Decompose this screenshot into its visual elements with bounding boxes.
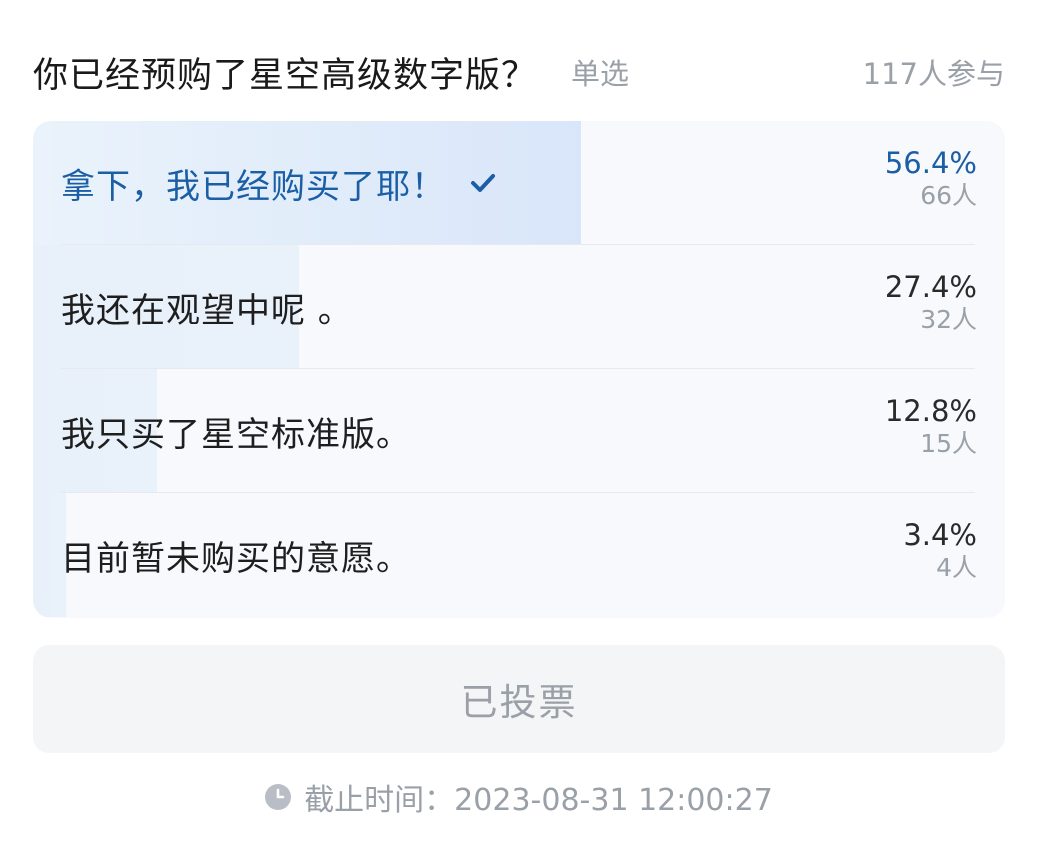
option-label: 拿下，我已经购买了耶！ bbox=[61, 166, 446, 207]
option-label: 我只买了星空标准版。 bbox=[61, 414, 411, 455]
participant-count: 117人参与 bbox=[862, 57, 1005, 91]
poll-option-2[interactable]: 我还在观望中呢 。 27.4% 32人 bbox=[33, 245, 1005, 369]
poll-type-tag: 单选 bbox=[571, 57, 630, 91]
option-stats: 56.4% 66人 bbox=[884, 146, 977, 210]
option-label: 目前暂未购买的意愿。 bbox=[61, 538, 411, 579]
poll-option-1[interactable]: 拿下，我已经购买了耶！ 56.4% 66人 bbox=[33, 121, 1005, 245]
option-label-wrap: 拿下，我已经购买了耶！ bbox=[61, 121, 496, 245]
poll-question: 你已经预购了星空高级数字版？ bbox=[33, 55, 538, 96]
option-stats: 3.4% 4人 bbox=[903, 518, 977, 582]
poll-option-3[interactable]: 我只买了星空标准版。 12.8% 15人 bbox=[33, 369, 1005, 493]
option-count: 4人 bbox=[936, 553, 977, 582]
option-stats: 27.4% 32人 bbox=[884, 270, 977, 334]
option-label: 我还在观望中呢 。 bbox=[61, 290, 353, 331]
option-percent: 56.4% bbox=[884, 146, 977, 180]
option-count: 66人 bbox=[920, 181, 977, 210]
option-percent: 27.4% bbox=[884, 270, 977, 304]
clock-icon bbox=[264, 783, 292, 811]
option-percent: 12.8% bbox=[884, 394, 977, 428]
poll-header: 你已经预购了星空高级数字版？ 单选 117人参与 bbox=[33, 44, 1005, 100]
check-icon bbox=[470, 172, 496, 194]
option-percent: 3.4% bbox=[903, 518, 977, 552]
voted-button[interactable]: 已投票 bbox=[33, 645, 1005, 753]
deadline-row: 截止时间：2023-08-31 12:00:27 bbox=[0, 772, 1037, 822]
poll-option-4[interactable]: 目前暂未购买的意愿。 3.4% 4人 bbox=[33, 493, 1005, 617]
poll-options: 拿下，我已经购买了耶！ 56.4% 66人 我还在观望中呢 。 27.4% 32… bbox=[33, 121, 1005, 618]
deadline-text: 截止时间：2023-08-31 12:00:27 bbox=[304, 783, 773, 818]
option-count: 32人 bbox=[920, 305, 977, 334]
option-count: 15人 bbox=[920, 429, 977, 458]
option-stats: 12.8% 15人 bbox=[884, 394, 977, 458]
